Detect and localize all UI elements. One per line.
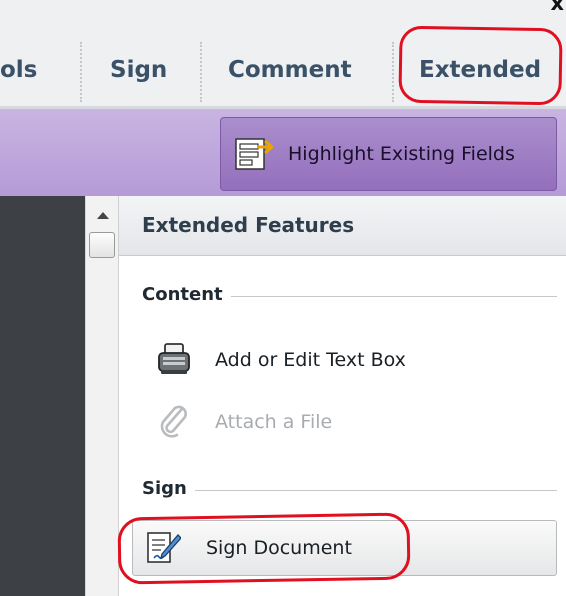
document-area (0, 196, 85, 596)
tab-separator (392, 42, 394, 102)
typewriter-icon (158, 343, 190, 374)
section-sign-label: Sign (142, 478, 195, 499)
forms-toolbar: Highlight Existing Fields (0, 109, 566, 196)
attach-file-label: Attach a File (215, 411, 333, 433)
scroll-up-arrow-icon[interactable] (97, 212, 109, 219)
highlight-existing-fields-label: Highlight Existing Fields (288, 143, 515, 165)
add-edit-text-box-label: Add or Edit Text Box (215, 349, 406, 371)
panel-title: Extended Features (142, 213, 355, 237)
add-edit-text-box-item[interactable]: Add or Edit Text Box (157, 342, 537, 382)
paperclip-icon (160, 405, 187, 438)
attach-file-item[interactable]: Attach a File (157, 404, 537, 444)
sign-document-icon (147, 532, 181, 563)
tab-extended[interactable]: Extended (419, 57, 541, 83)
tab-tools[interactable]: ols (0, 57, 37, 83)
highlight-fields-icon (235, 138, 273, 170)
scroll-thumb[interactable] (89, 232, 115, 258)
tab-separator (200, 42, 202, 102)
close-icon[interactable]: x (550, 0, 564, 15)
highlight-existing-fields-button[interactable]: Highlight Existing Fields (220, 117, 557, 191)
section-content-header: Content (142, 284, 557, 308)
sign-document-label: Sign Document (206, 537, 352, 559)
section-sign-header: Sign (142, 478, 557, 502)
tab-comment[interactable]: Comment (228, 57, 352, 83)
tab-sign[interactable]: Sign (110, 57, 167, 83)
extended-features-panel: Extended Features Content Add or Edit Te… (119, 196, 566, 596)
panel-header[interactable]: Extended Features (119, 196, 566, 256)
sign-document-button[interactable]: Sign Document (132, 520, 557, 576)
section-content-label: Content (142, 284, 231, 305)
tab-bar: ols Sign Comment Extended x (0, 0, 566, 109)
tab-separator (80, 42, 82, 102)
panel-scrollbar[interactable] (85, 196, 119, 596)
section-divider (142, 490, 557, 491)
